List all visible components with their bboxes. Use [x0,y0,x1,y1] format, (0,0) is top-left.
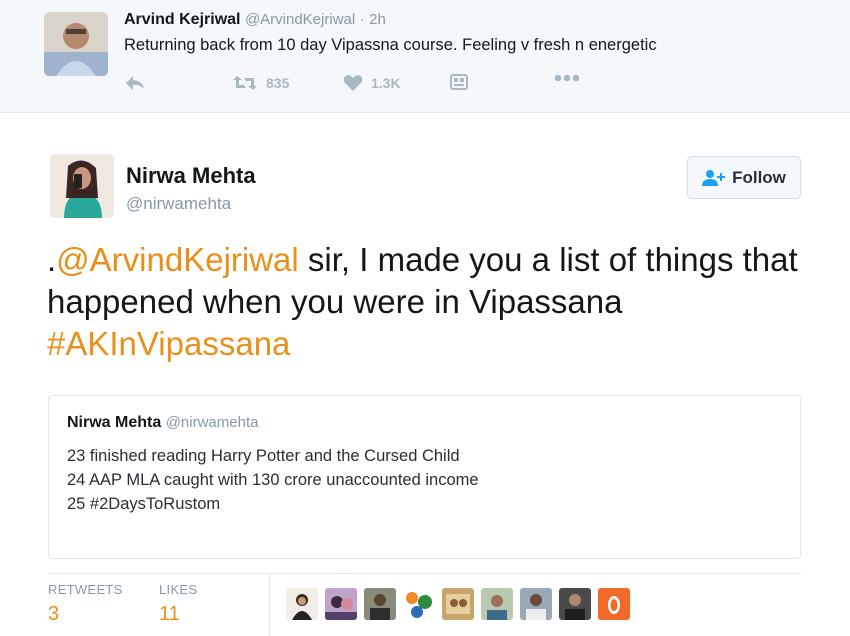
like-count: 1.3K [371,75,401,91]
retweets-label: RETWEETS [48,582,123,597]
stats-divider [48,573,801,574]
quoted-tweet-line: 23 finished reading Harry Potter and the… [67,447,460,465]
quoted-tweet[interactable]: Nirwa Mehta @nirwamehta 23 finished read… [48,395,801,559]
parent-tweet-time[interactable]: 2h [369,11,386,28]
avatar[interactable] [520,588,552,620]
avatar[interactable] [364,588,396,620]
stats-separator [269,574,270,636]
heart-icon [343,75,363,91]
more-dots-icon [554,74,580,82]
tweet-text-prefix: . [47,241,57,278]
likes-label: LIKES [159,582,198,597]
quoted-tweet-text: 23 finished reading Harry Potter and the… [67,444,479,516]
tweet-mention-link[interactable]: @ArvindKejriwal [56,241,299,278]
retweets-value: 3 [48,603,60,625]
like-button[interactable]: 1.3K [343,74,401,92]
likes-value: 11 [159,603,180,625]
avatar[interactable] [559,588,591,620]
tweet-text: .@ArvindKejriwal sir, I made you a list … [47,239,827,365]
parent-tweet-handle[interactable]: @ArvindKejriwal [245,11,355,28]
tweet-hashtag-link[interactable]: #AKInVipassana [47,325,290,362]
retweet-icon [233,76,257,90]
reply-button[interactable] [124,74,146,92]
reply-icon [126,76,144,90]
avatar[interactable] [442,588,474,620]
tweet-author-handle[interactable]: @nirwamehta [126,194,231,214]
quoted-tweet-handle: @nirwamehta [165,414,259,431]
quoted-tweet-line: 25 #2DaysToRustom [67,495,221,513]
follow-button-label: Follow [732,167,786,187]
parent-tweet-text: Returning back from 10 day Vipassna cour… [124,36,657,54]
parent-tweet-name[interactable]: Arvind Kejriwal [124,11,240,28]
parent-tweet[interactable]: Arvind Kejriwal @ArvindKejriwal · 2h Ret… [0,0,850,113]
add-user-icon [702,169,726,186]
quoted-tweet-name: Nirwa Mehta [67,414,162,431]
liker-avatars [286,588,630,620]
more-button[interactable] [554,74,580,82]
avatar[interactable] [286,588,318,620]
avatar[interactable] [325,588,357,620]
tweet-author-avatar[interactable] [50,154,114,218]
avatar[interactable] [481,588,513,620]
quoted-tweet-line: 24 AAP MLA caught with 130 crore unaccou… [67,471,479,489]
likes-stat[interactable]: LIKES 11 [159,582,197,626]
card-icon [450,74,468,90]
tweet-author-name[interactable]: Nirwa Mehta [126,163,256,189]
avatar[interactable] [403,588,435,620]
parent-tweet-avatar[interactable] [44,12,108,76]
retweet-count: 835 [266,75,290,91]
avatar[interactable] [598,588,630,620]
parent-tweet-actions: 835 1.3K [124,74,594,96]
retweets-stat[interactable]: RETWEETS 3 [48,582,123,626]
card-button[interactable] [450,74,468,92]
retweet-button[interactable]: 835 [232,74,289,92]
parent-tweet-separator: · [359,11,365,28]
follow-button[interactable]: Follow [687,156,801,199]
